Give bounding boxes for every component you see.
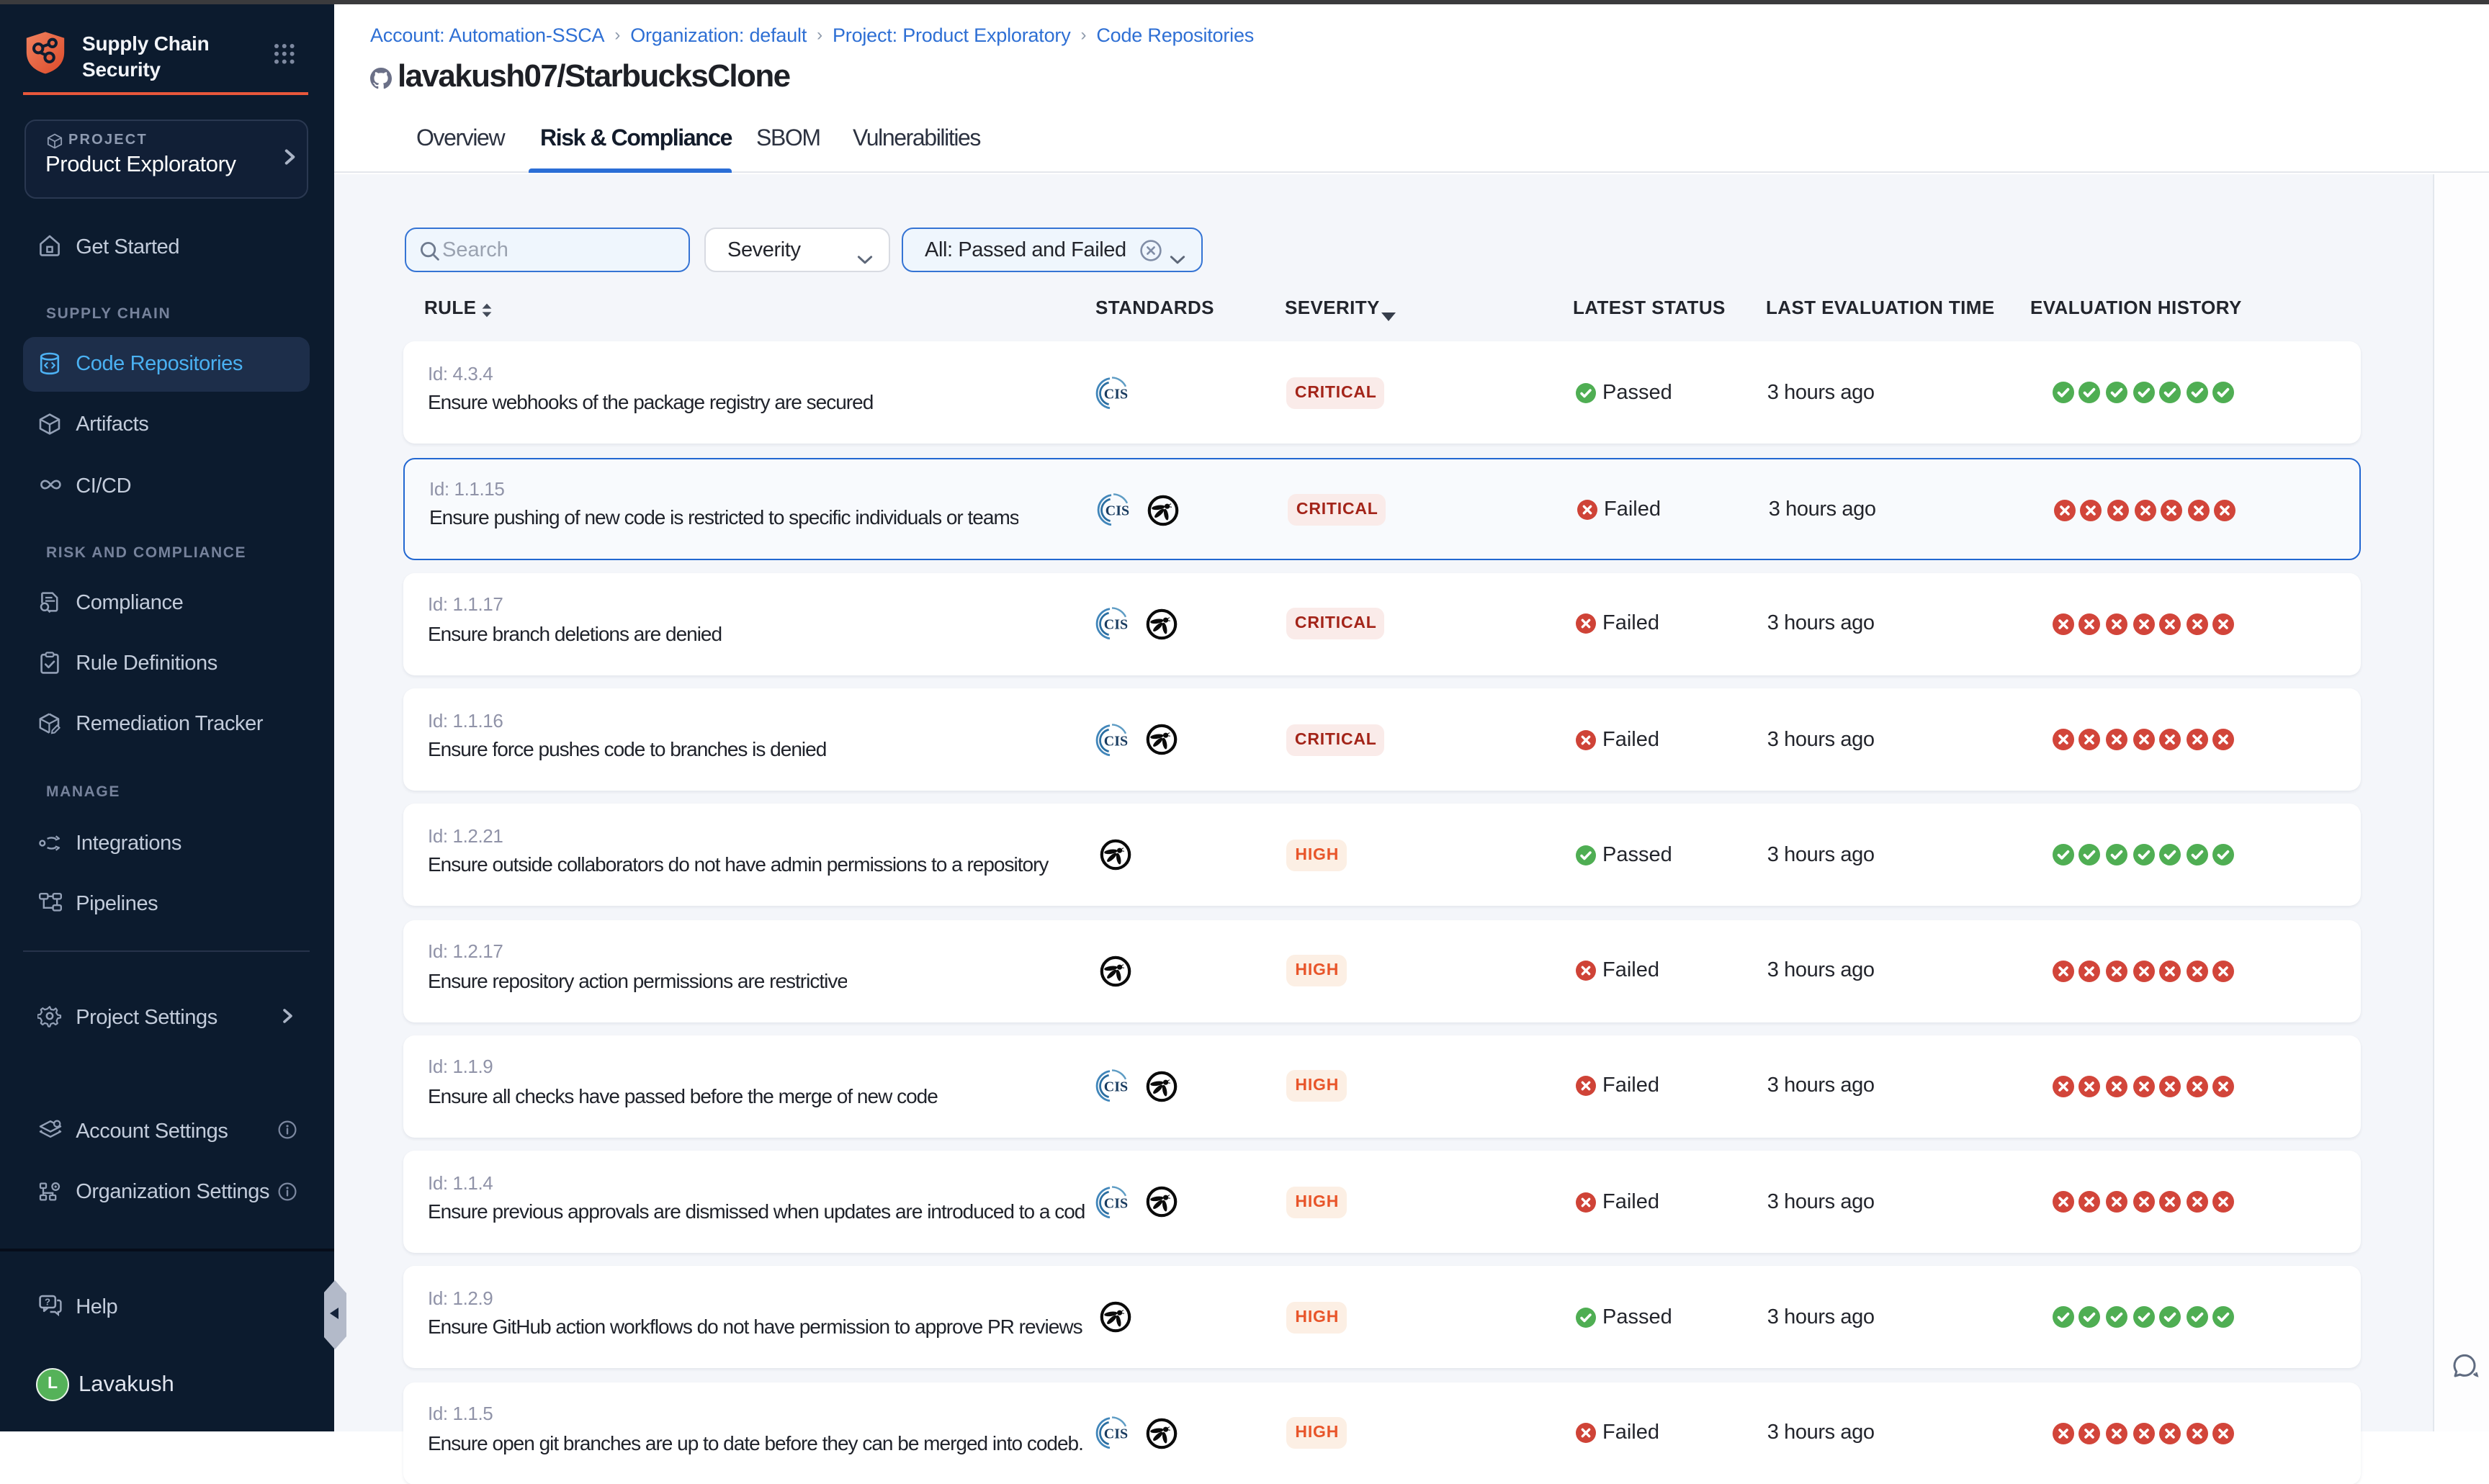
svg-text:CIS: CIS — [1104, 386, 1128, 402]
svg-text:?: ? — [44, 1297, 50, 1308]
svg-text:CIS: CIS — [1104, 617, 1128, 633]
svg-text:CIS: CIS — [1106, 503, 1129, 519]
svg-text:CIS: CIS — [1104, 1079, 1128, 1095]
svg-text:CIS: CIS — [1104, 1426, 1128, 1442]
svg-text:CIS: CIS — [1104, 1195, 1128, 1211]
svg-text:CIS: CIS — [1104, 733, 1128, 749]
